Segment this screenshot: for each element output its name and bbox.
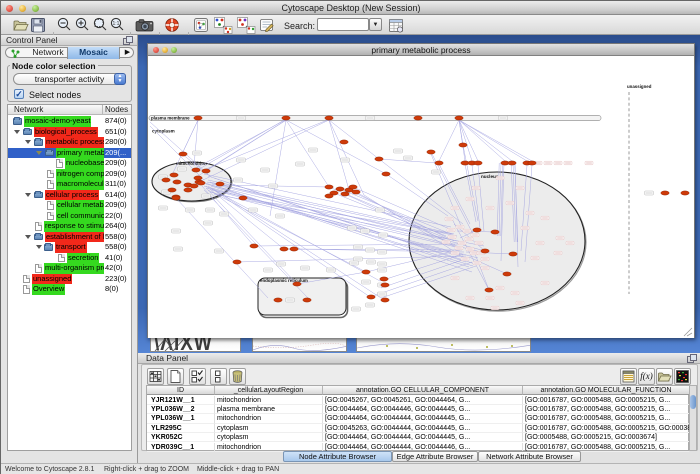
svg-text:plasma membrane: plasma membrane (151, 116, 190, 121)
svg-text:unassigned: unassigned (627, 84, 652, 89)
svg-text:cytoplasm: cytoplasm (152, 129, 175, 134)
svg-text:endoplasmic reticulum: endoplasmic reticulum (260, 278, 308, 283)
svg-text:1:1: 1:1 (113, 21, 120, 27)
